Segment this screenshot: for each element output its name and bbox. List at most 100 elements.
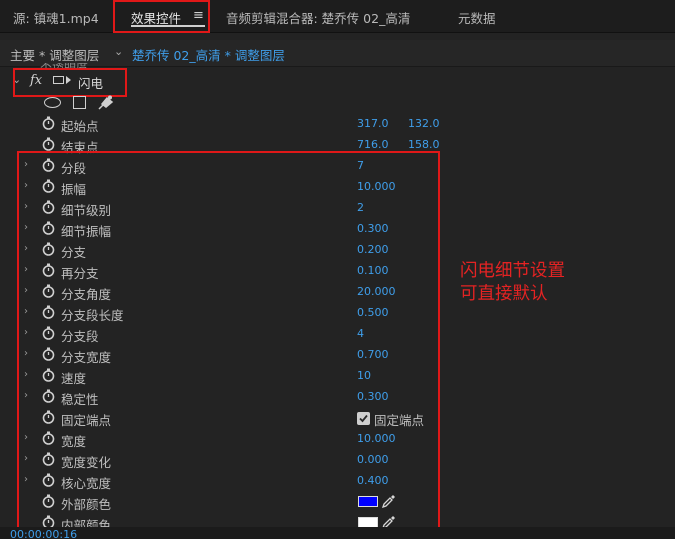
property-row: › 分支角度 20.000 — [0, 282, 675, 303]
property-value[interactable]: 4 — [357, 327, 364, 340]
stopwatch-icon[interactable] — [42, 473, 55, 490]
property-label: 分支宽度 — [61, 350, 112, 365]
stopwatch-icon[interactable] — [42, 431, 55, 448]
property-value[interactable]: 0.700 — [357, 348, 389, 361]
master-clip-label[interactable]: 主要 * 调整图层 — [10, 45, 99, 64]
property-row: › 宽度变化 0.000 — [0, 450, 675, 471]
stopwatch-icon[interactable] — [42, 263, 55, 280]
tab-source[interactable]: 源: 镇魂1.mp4 — [13, 8, 99, 27]
eyedropper-icon[interactable] — [381, 494, 396, 511]
checkbox-label: 固定端点 — [374, 413, 425, 428]
property-label: 分段 — [61, 161, 87, 176]
stopwatch-icon[interactable] — [42, 347, 55, 364]
stopwatch-icon[interactable] — [42, 200, 55, 217]
property-value[interactable]: 317.0 — [357, 117, 389, 130]
stopwatch-icon[interactable] — [42, 305, 55, 322]
property-label: 分支段长度 — [61, 308, 124, 323]
property-value-2[interactable]: 132.0 — [408, 117, 440, 130]
chevron-right-icon[interactable]: › — [24, 285, 28, 296]
color-swatch[interactable] — [358, 496, 378, 507]
property-label: 宽度变化 — [61, 455, 112, 470]
fx-icon[interactable]: fx — [30, 73, 42, 88]
chevron-right-icon[interactable]: › — [24, 390, 28, 401]
property-row: › 分支段 4 — [0, 324, 675, 345]
property-label: 稳定性 — [61, 392, 99, 407]
chevron-right-icon[interactable]: › — [24, 159, 28, 170]
stopwatch-icon[interactable] — [42, 179, 55, 196]
stopwatch-icon[interactable] — [42, 452, 55, 469]
stopwatch-icon[interactable] — [42, 242, 55, 259]
panel-menu-icon[interactable]: ≡ — [193, 8, 204, 23]
property-value[interactable]: 0.300 — [357, 390, 389, 403]
annotation-text: 闪电细节设置 可直接默认 — [460, 260, 565, 306]
property-label: 细节振幅 — [61, 224, 112, 239]
chevron-right-icon[interactable]: › — [24, 474, 28, 485]
property-label: 结束点 — [61, 140, 99, 155]
property-value[interactable]: 0.500 — [357, 306, 389, 319]
property-value[interactable]: 2 — [357, 201, 364, 214]
property-row: 结束点 716.0 158.0 — [0, 135, 675, 156]
chevron-right-icon[interactable]: › — [24, 180, 28, 191]
property-value[interactable]: 0.100 — [357, 264, 389, 277]
stopwatch-icon[interactable] — [42, 116, 55, 133]
annotation-line-1: 闪电细节设置 — [460, 261, 565, 281]
property-label: 细节级别 — [61, 203, 112, 218]
stopwatch-icon[interactable] — [42, 410, 55, 427]
transform-icon[interactable] — [53, 76, 64, 84]
property-row: › 分支段长度 0.500 — [0, 303, 675, 324]
stopwatch-icon[interactable] — [42, 221, 55, 238]
property-row: › 分支 0.200 — [0, 240, 675, 261]
property-value[interactable]: 10.000 — [357, 432, 396, 445]
property-row: › 细节振幅 0.300 — [0, 219, 675, 240]
chevron-right-icon[interactable]: › — [24, 432, 28, 443]
chevron-right-icon[interactable]: › — [24, 222, 28, 233]
property-value[interactable]: 0.000 — [357, 453, 389, 466]
ellipse-mask-icon[interactable] — [44, 97, 61, 108]
chevron-right-icon[interactable]: › — [24, 348, 28, 359]
property-value[interactable]: 0.400 — [357, 474, 389, 487]
stopwatch-icon[interactable] — [42, 326, 55, 343]
chevron-down-icon[interactable]: ⌄ — [114, 45, 123, 58]
property-value-2[interactable]: 158.0 — [408, 138, 440, 151]
stopwatch-icon[interactable] — [42, 494, 55, 511]
property-row: › 分支宽度 0.700 — [0, 345, 675, 366]
property-value[interactable]: 7 — [357, 159, 364, 172]
active-tab-indicator — [131, 25, 205, 27]
chevron-right-icon[interactable]: › — [24, 369, 28, 380]
pen-mask-icon[interactable] — [98, 95, 115, 113]
chevron-right-icon[interactable]: › — [24, 327, 28, 338]
chevron-right-icon[interactable]: › — [24, 453, 28, 464]
stopwatch-icon[interactable] — [42, 158, 55, 175]
chevron-right-icon[interactable]: › — [24, 201, 28, 212]
property-value[interactable]: 716.0 — [357, 138, 389, 151]
bottom-bar: 00:00:00:16 — [0, 527, 675, 539]
chevron-down-icon[interactable]: ⌄ — [12, 73, 21, 86]
stopwatch-icon[interactable] — [42, 284, 55, 301]
tab-metadata[interactable]: 元数据 — [458, 8, 496, 27]
property-label: 宽度 — [61, 434, 87, 449]
stopwatch-icon[interactable] — [42, 389, 55, 406]
rectangle-mask-icon[interactable] — [73, 96, 86, 109]
property-value[interactable]: 0.200 — [357, 243, 389, 256]
property-value[interactable]: 10 — [357, 369, 371, 382]
property-label: 分支角度 — [61, 287, 112, 302]
property-label: 分支段 — [61, 329, 99, 344]
chevron-right-icon[interactable]: › — [24, 306, 28, 317]
fixed-endpoint-checkbox[interactable] — [357, 412, 370, 425]
chevron-right-icon[interactable]: › — [24, 243, 28, 254]
property-value[interactable]: 10.000 — [357, 180, 396, 193]
stopwatch-icon[interactable] — [42, 368, 55, 385]
effect-name: 闪电 — [78, 76, 104, 91]
stopwatch-icon[interactable] — [42, 137, 55, 154]
property-label: 起始点 — [61, 119, 99, 134]
effect-header[interactable]: ⌄ fx 闪电 — [0, 70, 675, 92]
property-row: 起始点 317.0 132.0 — [0, 114, 675, 135]
property-value[interactable]: 20.000 — [357, 285, 396, 298]
property-value[interactable]: 0.300 — [357, 222, 389, 235]
tab-audio-clip-mixer[interactable]: 音频剪辑混合器: 楚乔传 02_高清 — [226, 8, 410, 27]
property-row: › 宽度 10.000 — [0, 429, 675, 450]
chevron-right-icon[interactable]: › — [24, 264, 28, 275]
property-row: › 细节级别 2 — [0, 198, 675, 219]
sequence-clip-link[interactable]: 楚乔传 02_高清 * 调整图层 — [132, 45, 285, 64]
timecode[interactable]: 00:00:00:16 — [10, 528, 77, 539]
